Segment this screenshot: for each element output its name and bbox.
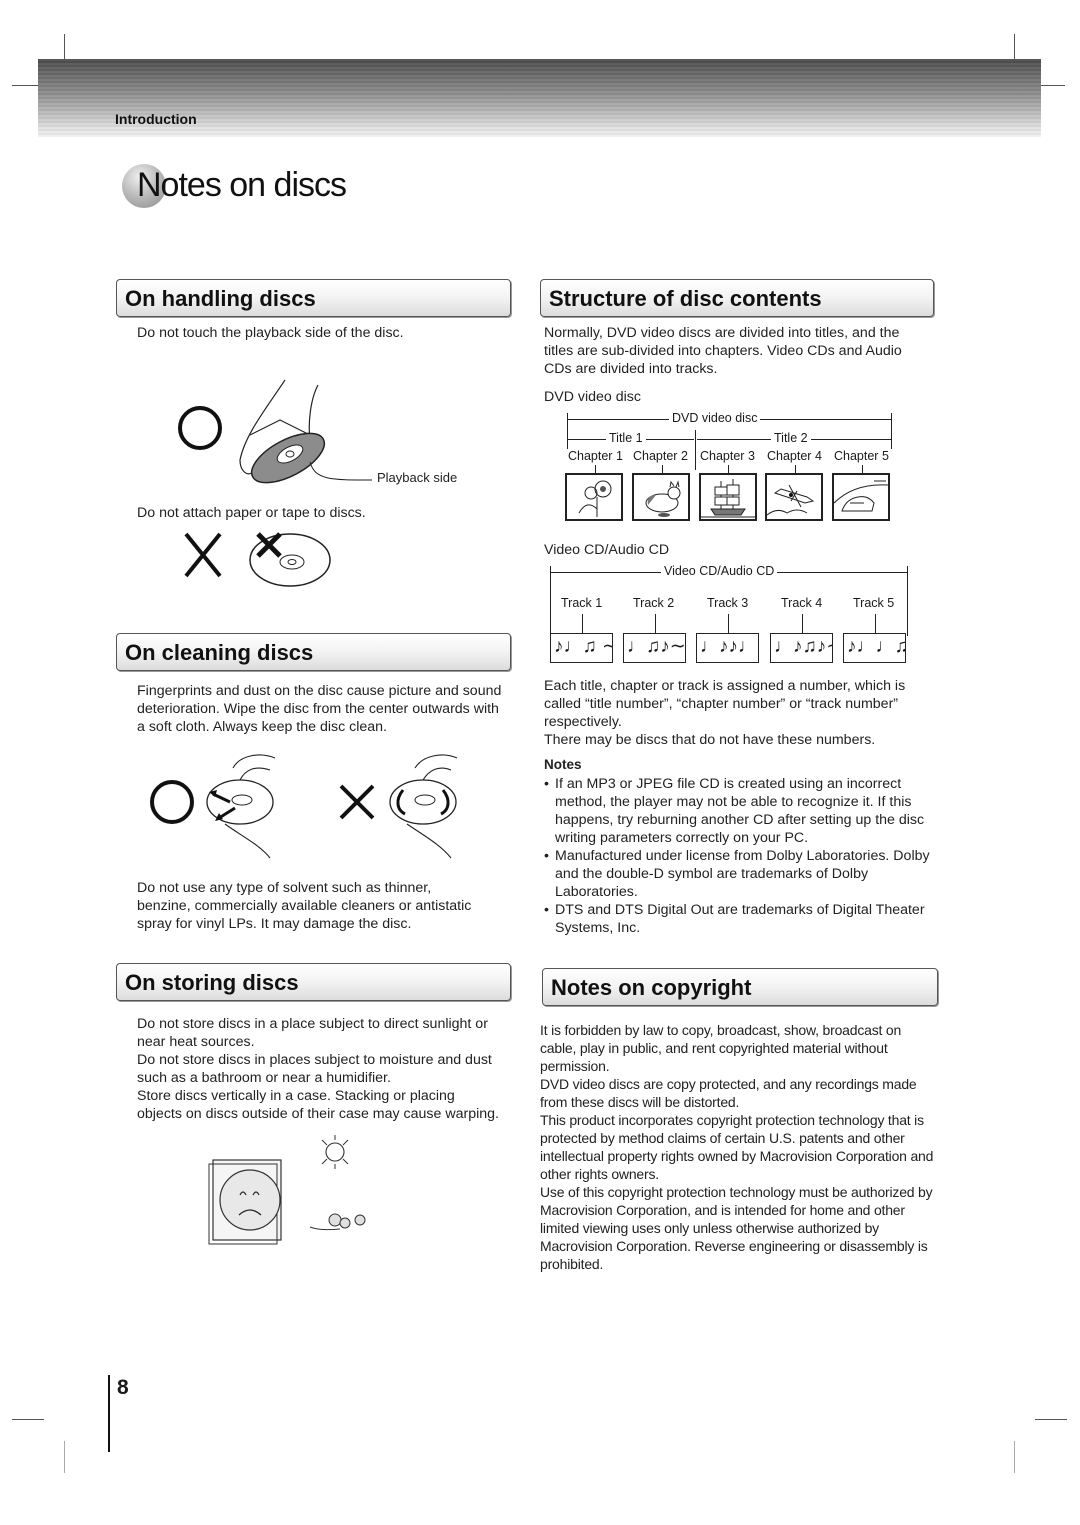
handling-disc-illustration xyxy=(178,379,373,484)
structure-after2: There may be discs that do not have thes… xyxy=(544,732,876,748)
page-number-bar xyxy=(108,1375,110,1452)
crop-mark xyxy=(1035,1419,1067,1420)
ok-circle-icon xyxy=(178,406,222,450)
track-label: Track 4 xyxy=(778,596,826,610)
cleaning-heading: On cleaning discs xyxy=(116,633,511,671)
note-item: DTS and DTS Digital Out are trademarks o… xyxy=(544,901,936,937)
note-item: Manufactured under license from Dolby La… xyxy=(544,847,936,901)
crop-mark xyxy=(64,1441,65,1473)
chapter-label: Chapter 1 xyxy=(565,449,626,463)
chapter-label: Chapter 3 xyxy=(697,449,758,463)
track-music-box: ♪♩♫ ∼ xyxy=(550,633,613,663)
dvd-span-label: DVD video disc xyxy=(669,411,761,425)
track-label: Track 5 xyxy=(850,596,898,610)
chapter-label: Chapter 5 xyxy=(831,449,892,463)
copyright-heading-text: Notes on copyright xyxy=(551,975,752,1000)
chapter-thumbnail-flowers xyxy=(565,473,623,521)
structure-heading-text: Structure of disc contents xyxy=(549,286,822,311)
storing-para: Do not store discs in places subject to … xyxy=(137,1052,492,1086)
track-music-box: ♩♪♪♩∼ xyxy=(696,633,759,663)
handling-heading: On handling discs xyxy=(116,279,511,317)
copyright-text: It is forbidden by law to copy, broadcas… xyxy=(540,1021,940,1273)
ng-cross-icon xyxy=(184,532,222,578)
structure-after1: Each title, chapter or track is assigned… xyxy=(544,678,906,730)
page-title: Notes on discs xyxy=(137,166,347,204)
chapter-thumbnail-cat xyxy=(632,473,690,521)
copyright-para: This product incorporates copyright prot… xyxy=(540,1112,934,1182)
storing-heading-text: On storing discs xyxy=(125,970,299,995)
track-label: Track 3 xyxy=(704,596,752,610)
title2-label: Title 2 xyxy=(771,431,811,445)
track-music-box: ♪♩♩♫∼ xyxy=(843,633,906,663)
cleaning-heading-text: On cleaning discs xyxy=(125,640,314,665)
notes-title: Notes xyxy=(544,757,582,772)
title1-label: Title 1 xyxy=(606,431,646,445)
notes-list: If an MP3 or JPEG file CD is created usi… xyxy=(544,775,936,937)
playback-side-callout: Playback side xyxy=(377,470,458,485)
dvd-caption: DVD video disc xyxy=(544,389,641,405)
cd-caption: Video CD/Audio CD xyxy=(544,542,670,558)
chapter-thumbnail-sailing-ship xyxy=(699,473,757,521)
section-label: Introduction xyxy=(115,111,197,127)
storing-para: Store discs vertically in a case. Stacki… xyxy=(137,1088,499,1122)
storing-heading: On storing discs xyxy=(116,963,511,1001)
storing-illustration xyxy=(208,1135,366,1245)
track-label: Track 2 xyxy=(630,596,678,610)
copyright-para: Use of this copyright protection technol… xyxy=(540,1184,933,1272)
copyright-para: It is forbidden by law to copy, broadcas… xyxy=(540,1022,902,1074)
chapter-thumbnail-airplane xyxy=(765,473,823,521)
ok-circle-icon xyxy=(150,780,194,824)
page-number: 8 xyxy=(117,1376,129,1399)
ng-cross-icon xyxy=(339,784,375,820)
structure-intro: Normally, DVD video discs are divided in… xyxy=(544,325,902,377)
structure-after-text: Each title, chapter or track is assigned… xyxy=(544,677,934,749)
cd-span-label: Video CD/Audio CD xyxy=(661,564,778,578)
chapter-label: Chapter 4 xyxy=(764,449,825,463)
note-item: If an MP3 or JPEG file CD is created usi… xyxy=(544,775,936,847)
storing-para: Do not store discs in a place subject to… xyxy=(137,1016,488,1050)
copyright-heading: Notes on copyright xyxy=(542,968,938,1006)
crop-mark xyxy=(12,1419,44,1420)
cleaning-illustration xyxy=(150,754,458,859)
cleaning-para1: Fingerprints and dust on the disc cause … xyxy=(137,683,502,735)
track-music-box: ♩♪♫♪∼ xyxy=(770,633,833,663)
track-music-box: ♩♫♪∼ xyxy=(623,633,686,663)
handling-line2: Do not attach paper or tape to discs. xyxy=(137,505,366,521)
copyright-para: DVD video discs are copy protected, and … xyxy=(540,1076,917,1110)
chapter-label: Chapter 2 xyxy=(630,449,691,463)
handling-heading-text: On handling discs xyxy=(125,286,316,311)
track-label: Track 1 xyxy=(558,596,606,610)
storing-text: Do not store discs in a place subject to… xyxy=(137,1015,502,1123)
tape-disc-illustration xyxy=(184,532,331,587)
cleaning-para2: Do not use any type of solvent such as t… xyxy=(137,880,472,932)
chapter-thumbnail-car xyxy=(832,473,890,521)
structure-heading: Structure of disc contents xyxy=(540,279,934,317)
crop-mark xyxy=(1014,1441,1015,1473)
